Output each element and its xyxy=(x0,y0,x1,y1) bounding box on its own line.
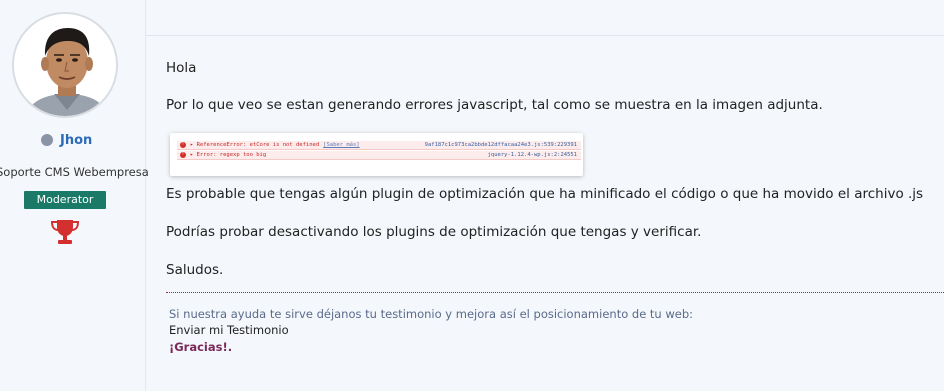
post-signoff: Saludos. xyxy=(166,262,224,278)
post-paragraph-3: Podrías probar desactivando los plugins … xyxy=(166,224,702,240)
error-text: ▸ ReferenceError: etCore is not defined xyxy=(190,142,320,148)
post-header-bar xyxy=(146,0,944,36)
error-row: ! ▸ ReferenceError: etCore is not define… xyxy=(177,141,581,150)
error-help-link: [Saber más] xyxy=(323,142,360,148)
error-source: jquery-1.12.4-wp.js:2:24551 xyxy=(487,152,577,158)
post-paragraph-1: Por lo que veo se estan generando errore… xyxy=(166,97,823,113)
trophy-icon xyxy=(50,220,80,244)
status-dot-icon xyxy=(41,134,53,146)
testimonial-link[interactable]: Enviar mi Testimonio xyxy=(169,323,289,337)
error-icon: ! xyxy=(180,152,186,158)
author-title: Soporte CMS Webempresa xyxy=(0,165,149,179)
signature-divider xyxy=(166,292,944,293)
signature-line: Si nuestra ayuda te sirve déjanos tu tes… xyxy=(169,307,694,321)
author-row: Jhon xyxy=(41,131,92,149)
error-text: ▸ Error: regexp too big xyxy=(190,152,267,158)
post-greeting: Hola xyxy=(166,60,197,76)
error-row: ! ▸ Error: regexp too big jquery-1.12.4-… xyxy=(177,151,581,160)
author-name[interactable]: Jhon xyxy=(60,133,92,148)
error-source: 9af187c1c973ca2bbde12dffacaa24e3.js:539:… xyxy=(424,142,577,148)
post-paragraph-2: Es probable que tengas algún plugin de o… xyxy=(166,186,924,202)
role-badge: Moderator xyxy=(24,191,106,209)
author-panel: Jhon Soporte CMS Webempresa Moderator xyxy=(0,0,149,391)
error-icon: ! xyxy=(180,142,186,148)
signature-thanks: ¡Gracias!. xyxy=(169,340,233,354)
error-screenshot[interactable]: ! ▸ ReferenceError: etCore is not define… xyxy=(170,133,583,176)
avatar-photo xyxy=(14,14,116,116)
avatar[interactable] xyxy=(12,12,118,118)
